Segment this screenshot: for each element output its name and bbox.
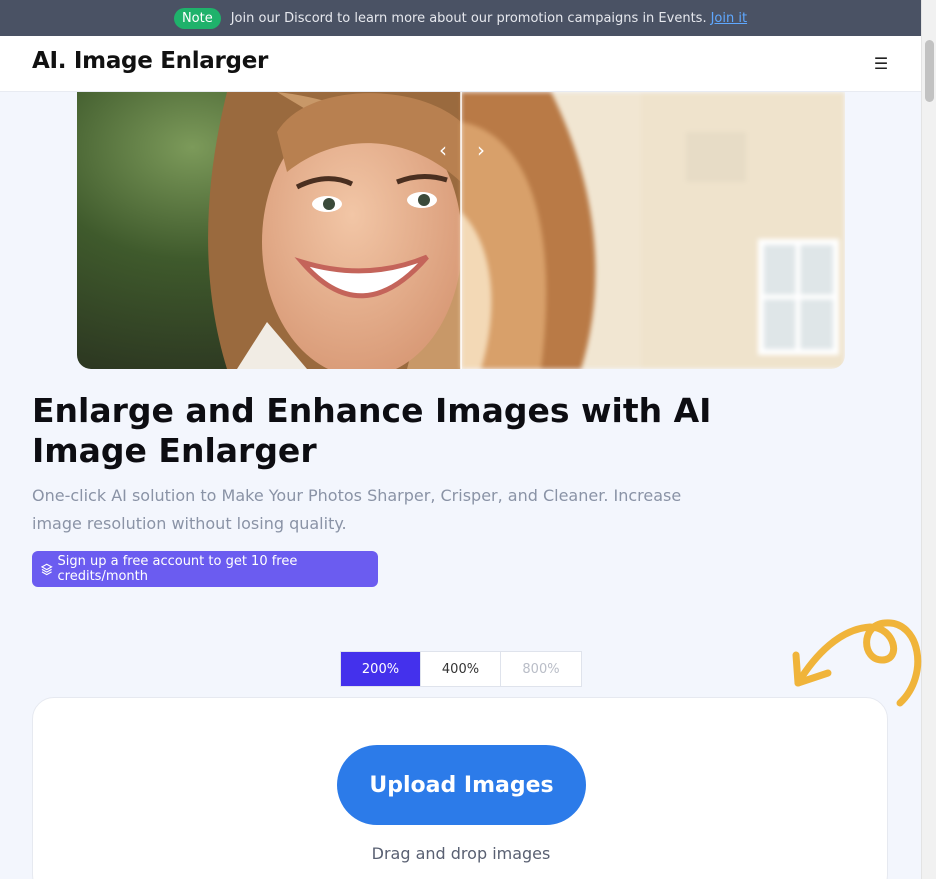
before-after-comparison[interactable]: ‹ › (77, 92, 845, 369)
page-scrollbar[interactable] (921, 0, 936, 879)
after-image (461, 92, 845, 369)
upload-dropzone[interactable]: Upload Images Drag and drop images (32, 697, 888, 879)
announcement-bar: Note Join our Discord to learn more abou… (0, 0, 921, 36)
scale-option-400[interactable]: 400% (421, 652, 501, 686)
join-discord-link[interactable]: Join it (711, 11, 747, 26)
scale-option-800[interactable]: 800% (501, 652, 581, 686)
signup-label: Sign up a free account to get 10 free cr… (57, 554, 298, 584)
hamburger-menu-icon[interactable]: ☰ (871, 55, 891, 73)
site-logo[interactable]: AI. Image Enlarger (32, 48, 268, 74)
scrollbar-thumb[interactable] (925, 40, 934, 102)
site-header: AI. Image Enlarger ☰ (0, 36, 921, 92)
drag-drop-hint: Drag and drop images (371, 844, 551, 863)
layers-icon (41, 563, 53, 575)
comparison-divider[interactable] (460, 92, 462, 369)
curly-arrow-icon (792, 619, 922, 707)
before-image (77, 92, 461, 369)
chevron-left-icon[interactable]: ‹ (433, 140, 453, 160)
upload-images-button[interactable]: Upload Images (337, 745, 586, 825)
scale-option-200[interactable]: 200% (341, 652, 421, 686)
page-subtitle: One-click AI solution to Make Your Photo… (32, 486, 682, 533)
announcement-text: Join our Discord to learn more about our… (230, 10, 707, 26)
note-badge: Note (173, 7, 221, 29)
page-title: Enlarge and Enhance Images with AI Image… (32, 391, 712, 470)
scale-selector: 200% 400% 800% (340, 651, 582, 687)
chevron-right-icon[interactable]: › (471, 140, 491, 160)
signup-free-button[interactable]: Sign up a free account to get 10 free cr… (32, 551, 378, 587)
